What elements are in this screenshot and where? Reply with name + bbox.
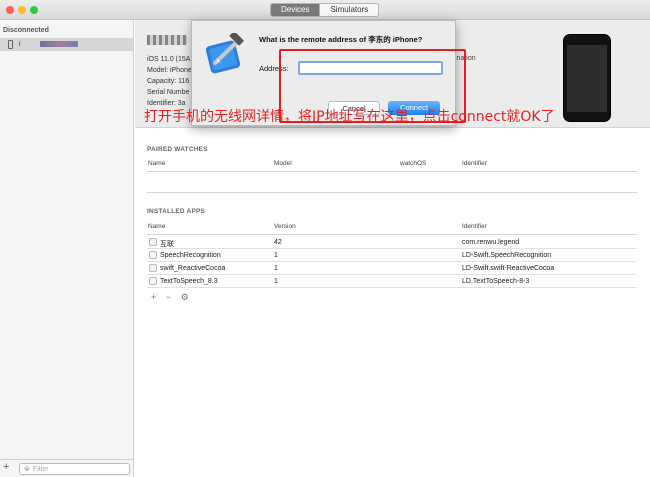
table-row[interactable]: swift_ReactiveCocoa 1 LD-Swift.swift-Rea… (147, 262, 637, 275)
app-version: 1 (274, 252, 278, 259)
minimize-window-button[interactable] (18, 6, 26, 14)
add-device-button[interactable]: + (3, 461, 9, 473)
watches-col-identifier[interactable]: Identifier (462, 160, 487, 167)
sidebar-device-label: i (19, 41, 21, 48)
app-icon (149, 238, 157, 246)
apps-col-version[interactable]: Version (274, 223, 296, 230)
watches-col-watchos[interactable]: watchOS (400, 160, 426, 167)
watches-col-model[interactable]: Model (274, 160, 292, 167)
app-icon (149, 277, 157, 285)
apps-col-identifier[interactable]: Identifier (462, 223, 487, 230)
filter-icon: ⊜ (24, 466, 30, 473)
redacted-device-name (40, 41, 78, 47)
app-name: SpeechRecognition (160, 252, 221, 259)
iphone-device-image (563, 34, 611, 122)
redacted-device-title (147, 35, 187, 45)
install-app-button[interactable]: + (151, 292, 156, 302)
sidebar-item-device[interactable]: i (0, 38, 133, 51)
watches-header-divider (147, 171, 637, 172)
iphone-icon (8, 40, 13, 49)
watches-table-bottom (147, 192, 637, 193)
device-capacity: Capacity: 116 (147, 78, 190, 85)
table-row[interactable]: TextToSpeech_8.3 1 LD.TextToSpeech-8-3 (147, 275, 637, 288)
zoom-window-button[interactable] (30, 6, 38, 14)
tab-simulators[interactable]: Simulators (320, 4, 379, 16)
app-name: 互联 (160, 241, 174, 248)
paired-watches-title: PAIRED WATCHES (147, 146, 208, 153)
remove-app-button[interactable]: − (166, 292, 171, 302)
xcode-icon: A (205, 33, 244, 74)
app-icon (149, 251, 157, 259)
annotation-text: 打开手机的无线网详情，将IP地址写在这里，点击connect就OK了 (144, 109, 555, 125)
app-identifier: LD.TextToSpeech-8-3 (462, 278, 530, 285)
gear-icon[interactable]: ⚙ (181, 292, 189, 302)
apps-table-toolbar: + − ⚙ (151, 292, 196, 303)
view-switcher: Devices Simulators (270, 3, 380, 17)
app-version: 1 (274, 278, 278, 285)
apps-col-name[interactable]: Name (148, 223, 165, 230)
tab-devices[interactable]: Devices (271, 4, 320, 16)
dialog-title: What is the remote address of 李东的 iPhone… (259, 35, 423, 44)
app-identifier: com.renwu.legend (462, 239, 520, 246)
app-name: swift_ReactiveCocoa (160, 265, 226, 272)
app-identifier: LD-Swift.swift-ReactiveCocoa (462, 265, 555, 272)
app-version: 42 (274, 239, 282, 246)
device-ios-version: iOS 11.0 (15A (147, 56, 191, 63)
sidebar-header-disconnected: Disconnected (3, 27, 49, 34)
sidebar: Disconnected i + ⊜ Filter (0, 20, 134, 477)
device-model: Model: iPhone (147, 67, 192, 74)
app-identifier: LD-Swift.SpeechRecognition (462, 252, 552, 259)
window-titlebar: Devices Simulators (0, 0, 650, 20)
app-version: 1 (274, 265, 278, 272)
app-name: TextToSpeech_8.3 (160, 278, 218, 285)
installed-apps-title: INSTALLED APPS (147, 208, 206, 215)
sidebar-footer: + ⊜ Filter (0, 459, 133, 477)
apps-header-divider (147, 234, 637, 235)
watches-col-name[interactable]: Name (148, 160, 165, 167)
close-window-button[interactable] (6, 6, 14, 14)
filter-field[interactable]: ⊜ Filter (19, 463, 130, 475)
app-icon (149, 264, 157, 272)
filter-placeholder: Filter (33, 466, 49, 473)
device-details: iOS 11.0 (15A Model: iPhone Capacity: 11… (147, 54, 192, 109)
device-serial: Serial Numbe (147, 89, 190, 96)
table-row[interactable]: 互联 42 com.renwu.legend (147, 236, 637, 249)
table-row[interactable]: SpeechRecognition 1 LD-Swift.SpeechRecog… (147, 249, 637, 262)
iphone-screen (567, 45, 607, 112)
